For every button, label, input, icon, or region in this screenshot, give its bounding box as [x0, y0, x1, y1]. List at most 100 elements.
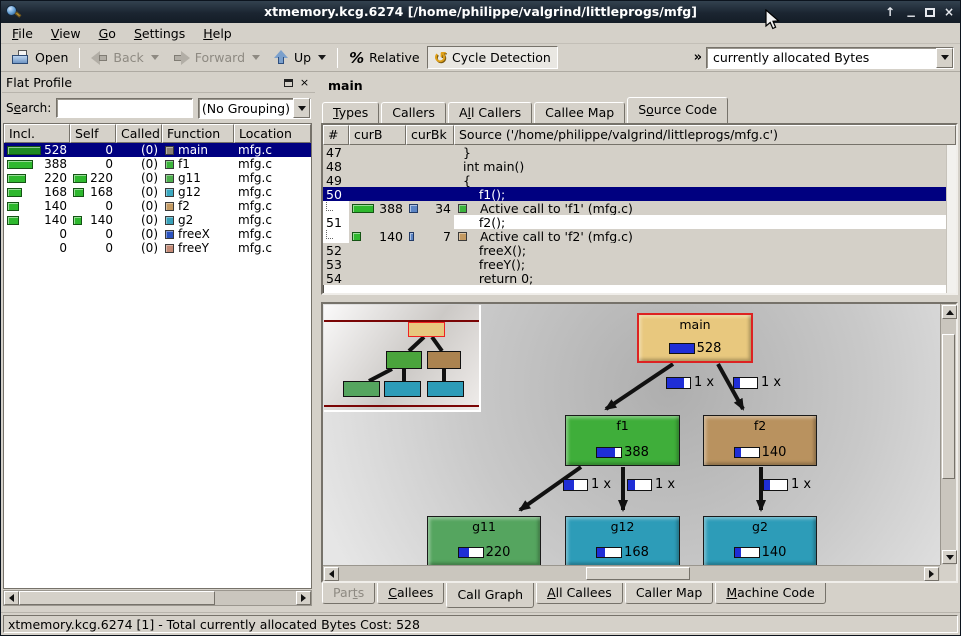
- function-row[interactable]: 0 0 (0) freeY mfg.c: [4, 241, 311, 255]
- dock-close-button[interactable]: ×: [298, 77, 311, 89]
- cycle-detection-toggle-button[interactable]: ↺ Cycle Detection: [427, 46, 558, 69]
- call-graph-node[interactable]: g11 220: [427, 516, 541, 565]
- function-row[interactable]: 388 0 (0) f1 mfg.c: [4, 157, 311, 171]
- back-button[interactable]: Back: [84, 46, 165, 69]
- menu-item[interactable]: Settings: [125, 24, 194, 43]
- dock-float-button[interactable]: [282, 77, 295, 89]
- graph-vertical-scrollbar[interactable]: [940, 304, 956, 565]
- source-line-row[interactable]: 53 freeY();: [323, 257, 956, 271]
- bottom-tab[interactable]: All Callees: [536, 583, 623, 604]
- scroll-right-button[interactable]: [296, 591, 311, 605]
- bottom-tab[interactable]: Callees: [377, 583, 444, 604]
- scroll-right-button[interactable]: [924, 567, 939, 581]
- column-header-curB[interactable]: curB: [349, 125, 406, 145]
- grouping-select[interactable]: (No Grouping): [198, 98, 311, 119]
- search-input[interactable]: [56, 98, 193, 118]
- horizontal-scrollbar[interactable]: [3, 590, 312, 606]
- titlebar[interactable]: xtmemory.kcg.6274 [/home/philippe/valgri…: [1, 1, 960, 23]
- call-graph-node[interactable]: f2 140: [703, 415, 817, 466]
- line-number-cell: 50: [323, 187, 349, 201]
- event-type-select[interactable]: currently allocated Bytes: [706, 47, 954, 69]
- node-cost-value: 388: [624, 445, 649, 460]
- graph-horizontal-scrollbar[interactable]: [323, 565, 940, 581]
- dock-titlebar[interactable]: Flat Profile ×: [2, 73, 315, 93]
- scroll-down-button[interactable]: [942, 550, 957, 564]
- menu-item[interactable]: File: [3, 24, 42, 43]
- menu-item[interactable]: Help: [194, 24, 241, 43]
- line-number-cell: 47: [323, 145, 349, 159]
- column-header-function[interactable]: Function: [162, 124, 234, 143]
- up-button[interactable]: Up: [267, 46, 333, 69]
- bottom-tabbar: Parts Callees Call Graph All Callees Cal…: [322, 583, 826, 609]
- curB-cell: [349, 187, 406, 201]
- close-button[interactable]: ×: [942, 5, 956, 19]
- function-row[interactable]: 0 0 (0) freeX mfg.c: [4, 227, 311, 241]
- scrollbar-thumb[interactable]: [586, 567, 690, 580]
- function-row[interactable]: 220 220 (0) g11 mfg.c: [4, 171, 311, 185]
- shade-button[interactable]: ↑: [883, 5, 897, 19]
- call-graph-viewport[interactable]: main 528 f1 388: [323, 304, 940, 565]
- column-header-source[interactable]: Source ('/home/philippe/valgrind/littlep…: [454, 125, 956, 145]
- source-line-row[interactable]: 49 {: [323, 173, 956, 187]
- call-graph-node[interactable]: main 528: [637, 313, 753, 363]
- detail-tab[interactable]: Source Code: [627, 97, 728, 123]
- source-line-row[interactable]: 52 freeX();: [323, 243, 956, 257]
- detail-tab[interactable]: Callers: [381, 102, 446, 123]
- scrollbar-thumb[interactable]: [942, 334, 955, 479]
- graph-overview-minimap[interactable]: [324, 305, 481, 412]
- node-label: g2: [704, 517, 816, 534]
- detail-tab[interactable]: Callee Map: [534, 102, 625, 123]
- self-cell: 220: [70, 171, 116, 185]
- scroll-up-button[interactable]: [942, 305, 957, 319]
- call-graph-node[interactable]: f1 388: [565, 415, 680, 466]
- node-cost-value: 140: [762, 445, 787, 460]
- bottom-tab[interactable]: Call Graph: [446, 583, 534, 608]
- column-header-curBk[interactable]: curBk: [406, 125, 454, 145]
- source-line-row[interactable]: 54 return 0;: [323, 271, 956, 285]
- open-button[interactable]: Open: [5, 46, 75, 69]
- menu-item[interactable]: View: [42, 24, 90, 43]
- column-header-self[interactable]: Self: [70, 124, 116, 143]
- source-line-row[interactable]: 50 f1();: [323, 187, 956, 201]
- source-scrollbar[interactable]: [946, 145, 956, 295]
- node-cost-bar: [596, 547, 622, 558]
- maximize-button[interactable]: [925, 8, 935, 17]
- source-line-row[interactable]: 388 34 Active call to 'f1' (mfg.c): [323, 201, 956, 215]
- function-row[interactable]: 528 0 (0) main mfg.c: [4, 143, 311, 157]
- line-number-cell: 48: [323, 159, 349, 173]
- column-header-location[interactable]: Location: [234, 124, 311, 143]
- source-line-row[interactable]: 140 7 Active call to 'f2' (mfg.c): [323, 229, 956, 243]
- minimize-button[interactable]: −: [904, 9, 918, 23]
- node-cost-value: 168: [624, 545, 649, 560]
- node-label: g12: [566, 517, 679, 534]
- bottom-tab[interactable]: Caller Map: [625, 583, 714, 604]
- call-graph-node[interactable]: g2 140: [703, 516, 817, 565]
- source-line-row[interactable]: 47 }: [323, 145, 956, 159]
- scroll-left-button[interactable]: [324, 567, 339, 581]
- column-header-called[interactable]: Called: [116, 124, 162, 143]
- source-line-row[interactable]: 51 f2();: [323, 215, 956, 229]
- edge-cost-bar: [563, 479, 588, 491]
- bottom-tab[interactable]: Machine Code: [715, 583, 825, 604]
- call-graph-node[interactable]: g12 168: [565, 516, 680, 565]
- menu-item[interactable]: Go: [90, 24, 125, 43]
- combo-dropdown-button[interactable]: [936, 48, 953, 68]
- combo-dropdown-button[interactable]: [293, 98, 310, 118]
- detail-tab[interactable]: All Callers: [448, 102, 532, 123]
- source-line-row[interactable]: 48 int main(): [323, 159, 956, 173]
- toolbar-overflow-button[interactable]: »: [694, 50, 702, 65]
- scroll-left-button[interactable]: [4, 591, 19, 605]
- column-header-incl[interactable]: Incl.: [4, 124, 70, 143]
- column-header-line[interactable]: #: [323, 125, 349, 145]
- function-row[interactable]: 168 168 (0) g12 mfg.c: [4, 185, 311, 199]
- bottom-tab[interactable]: Parts: [322, 583, 375, 604]
- back-dropdown-icon: [151, 55, 159, 60]
- function-row[interactable]: 140 140 (0) g2 mfg.c: [4, 213, 311, 227]
- relative-toggle-button[interactable]: % Relative: [342, 45, 426, 71]
- minimap-node: [384, 381, 421, 397]
- detail-tab[interactable]: Types: [322, 102, 379, 123]
- float-icon: [284, 79, 293, 87]
- scrollbar-thumb[interactable]: [19, 591, 215, 605]
- forward-button[interactable]: Forward: [166, 46, 267, 69]
- function-row[interactable]: 140 0 (0) f2 mfg.c: [4, 199, 311, 213]
